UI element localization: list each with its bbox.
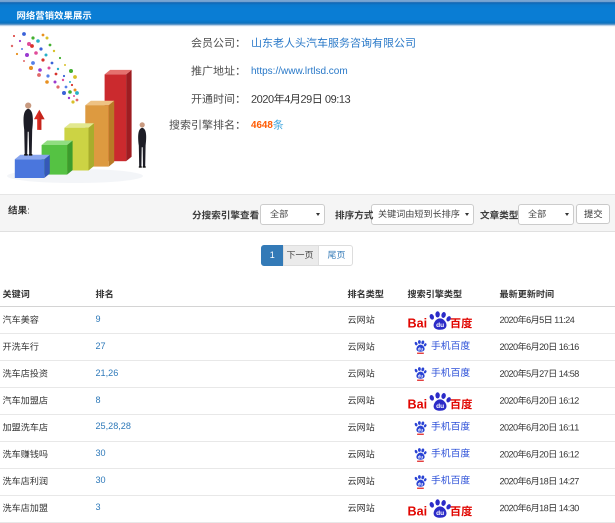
svg-text:du: du: [436, 322, 444, 329]
svg-text:du: du: [436, 403, 444, 410]
svg-text:du: du: [417, 347, 423, 352]
svg-text:du: du: [436, 510, 444, 517]
svg-text:Bai: Bai: [408, 505, 428, 519]
svg-text:Bai: Bai: [408, 397, 428, 411]
svg-text:Bai: Bai: [408, 316, 428, 330]
svg-text:du: du: [417, 374, 423, 379]
svg-text:du: du: [417, 481, 423, 486]
svg-text:du: du: [417, 427, 423, 432]
svg-text:du: du: [417, 454, 423, 459]
